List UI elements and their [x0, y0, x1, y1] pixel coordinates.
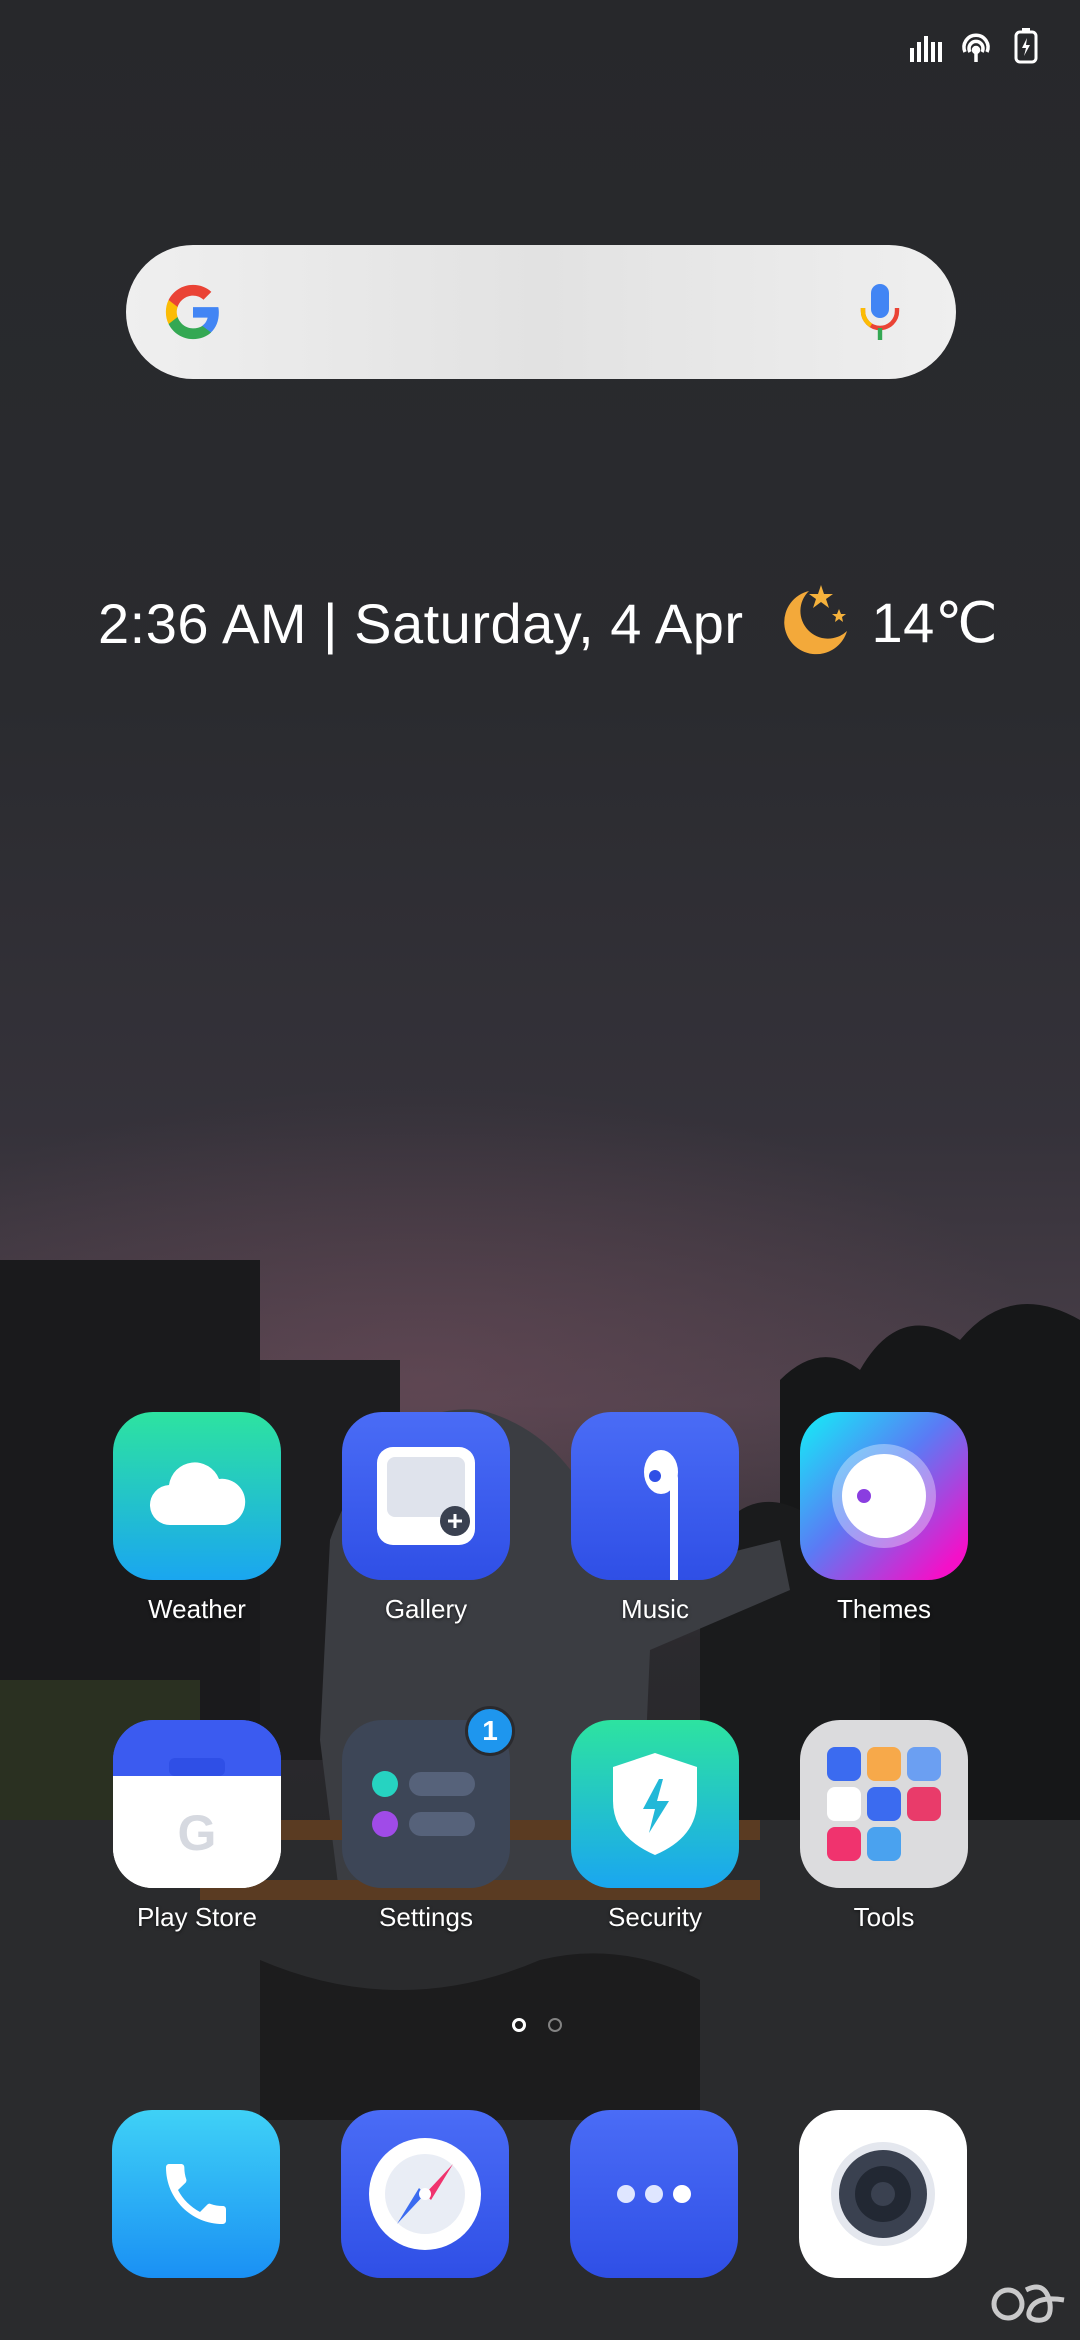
page-dot-active[interactable] [512, 2018, 526, 2032]
signal-icon [908, 28, 944, 64]
app-settings[interactable]: 1 Settings [341, 1706, 515, 1933]
notification-badge: 1 [465, 1706, 515, 1756]
page-indicator[interactable] [512, 2018, 562, 2032]
cloud-icon [113, 1412, 281, 1580]
camera-icon [831, 2142, 935, 2246]
app-label: Play Store [137, 1902, 257, 1932]
app-label: Music [621, 1594, 689, 1624]
themes-icon [800, 1412, 968, 1580]
page-dot[interactable] [548, 2018, 562, 2032]
corner-watermark-icon [991, 2284, 1065, 2323]
shopping-bag-icon: G [113, 1720, 281, 1888]
app-label: Settings [379, 1902, 473, 1932]
earphone-icon [571, 1412, 739, 1580]
app-music[interactable]: Music [570, 1412, 740, 1625]
time-date-text: 2:36 AM | Saturday, 4 Apr [98, 591, 744, 655]
app-weather[interactable]: Weather [112, 1412, 282, 1625]
svg-text:G: G [178, 1805, 217, 1861]
folder-icon [800, 1720, 968, 1888]
clock-weather-widget[interactable]: 2:36 AM | Saturday, 4 Apr 14℃ [98, 578, 998, 668]
app-tools-folder[interactable]: Tools [799, 1720, 969, 1933]
dock-browser-app[interactable] [341, 2110, 509, 2278]
dock-messaging-app[interactable] [570, 2110, 738, 2278]
app-label: Gallery [384, 1594, 468, 1624]
browser-compass-icon [369, 2138, 481, 2250]
app-themes[interactable]: Themes [799, 1412, 969, 1625]
messaging-icon [617, 2185, 691, 2203]
app-label: Tools [853, 1902, 915, 1932]
gallery-icon [342, 1412, 510, 1580]
battery-charging-icon [1008, 28, 1044, 64]
shield-bolt-icon [571, 1720, 739, 1888]
google-logo-icon [165, 284, 219, 340]
app-security[interactable]: Security [570, 1720, 740, 1933]
temperature-text: 14℃ [871, 591, 999, 654]
app-gallery[interactable]: Gallery [341, 1412, 511, 1625]
night-moon-stars-icon [784, 585, 848, 655]
search-bar[interactable] [126, 245, 956, 379]
app-label: Themes [837, 1594, 931, 1624]
app-label: Security [608, 1902, 702, 1932]
phone-icon [166, 2164, 226, 2224]
dock-camera-app[interactable] [799, 2110, 967, 2278]
dock-phone-app[interactable] [112, 2110, 280, 2278]
app-label: Weather [148, 1594, 246, 1624]
status-bar [908, 28, 1044, 64]
hotspot-icon [958, 28, 994, 64]
microphone-icon[interactable] [856, 282, 904, 342]
app-play-store[interactable]: G Play Store [112, 1720, 282, 1933]
